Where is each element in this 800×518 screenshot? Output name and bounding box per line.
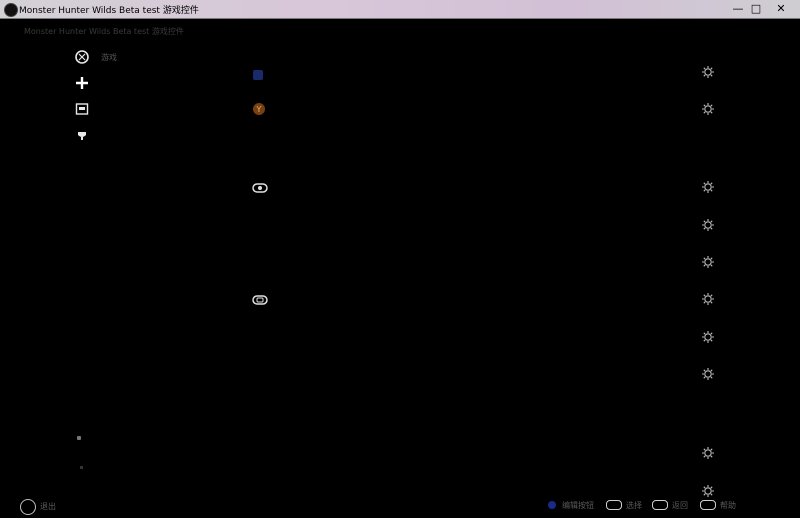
gear-icon[interactable] xyxy=(701,446,715,460)
right-stick-icon xyxy=(252,295,268,305)
row-icon-right-stick xyxy=(252,292,268,306)
footer-exit-label: 退出 xyxy=(40,502,56,511)
row-icon-blue xyxy=(252,66,266,80)
divider-mark xyxy=(80,466,83,469)
footer-hint-edit[interactable]: 编辑按钮 xyxy=(562,500,594,511)
sidebar-item-xbox[interactable] xyxy=(74,49,90,65)
gear-icon[interactable] xyxy=(701,367,715,381)
gear-icon[interactable] xyxy=(701,65,715,79)
close-button[interactable]: ✕ xyxy=(770,1,792,17)
app-icon xyxy=(4,3,18,17)
row-icon-y: Y xyxy=(252,101,266,115)
gear-icon[interactable] xyxy=(701,102,715,116)
svg-text:Y: Y xyxy=(256,105,262,114)
sidebar-item-screen[interactable] xyxy=(74,101,90,117)
xbox-icon xyxy=(75,50,89,64)
footer-hint-help[interactable]: 帮助 xyxy=(720,500,736,511)
left-stick-icon xyxy=(252,183,268,193)
gear-icon[interactable] xyxy=(701,218,715,232)
page-indicator xyxy=(77,436,81,440)
xbox-button-icon[interactable] xyxy=(20,499,36,515)
breadcrumb: Monster Hunter Wilds Beta test 游戏控件 xyxy=(24,27,184,36)
orange-y-button-icon: Y xyxy=(253,103,265,115)
footer-hint-back[interactable]: 返回 xyxy=(672,500,688,511)
gear-icon[interactable] xyxy=(701,484,715,498)
gear-icon[interactable] xyxy=(701,330,715,344)
plus-icon xyxy=(76,77,88,89)
sidebar-item-add[interactable] xyxy=(74,75,90,91)
row-icon-left-stick xyxy=(252,180,268,194)
sidebar-item-trophy[interactable] xyxy=(74,128,90,144)
trophy-icon xyxy=(78,132,86,140)
x-button-icon xyxy=(548,501,556,509)
gear-icon[interactable] xyxy=(701,255,715,269)
blue-square-icon xyxy=(253,70,263,80)
controller-screen-icon xyxy=(75,103,89,115)
sidebar-item-label: 游戏 xyxy=(101,53,117,62)
gear-icon[interactable] xyxy=(701,180,715,194)
gear-icon[interactable] xyxy=(701,292,715,306)
window-titlebar: Monster Hunter Wilds Beta test 游戏控件 — □ … xyxy=(0,0,800,19)
menu-button-icon xyxy=(700,500,716,510)
a-button-icon xyxy=(606,500,622,510)
footer-hint-select[interactable]: 选择 xyxy=(626,500,642,511)
b-button-icon xyxy=(652,500,668,510)
maximize-button[interactable]: □ xyxy=(745,1,767,17)
window-title: Monster Hunter Wilds Beta test 游戏控件 xyxy=(19,6,199,16)
